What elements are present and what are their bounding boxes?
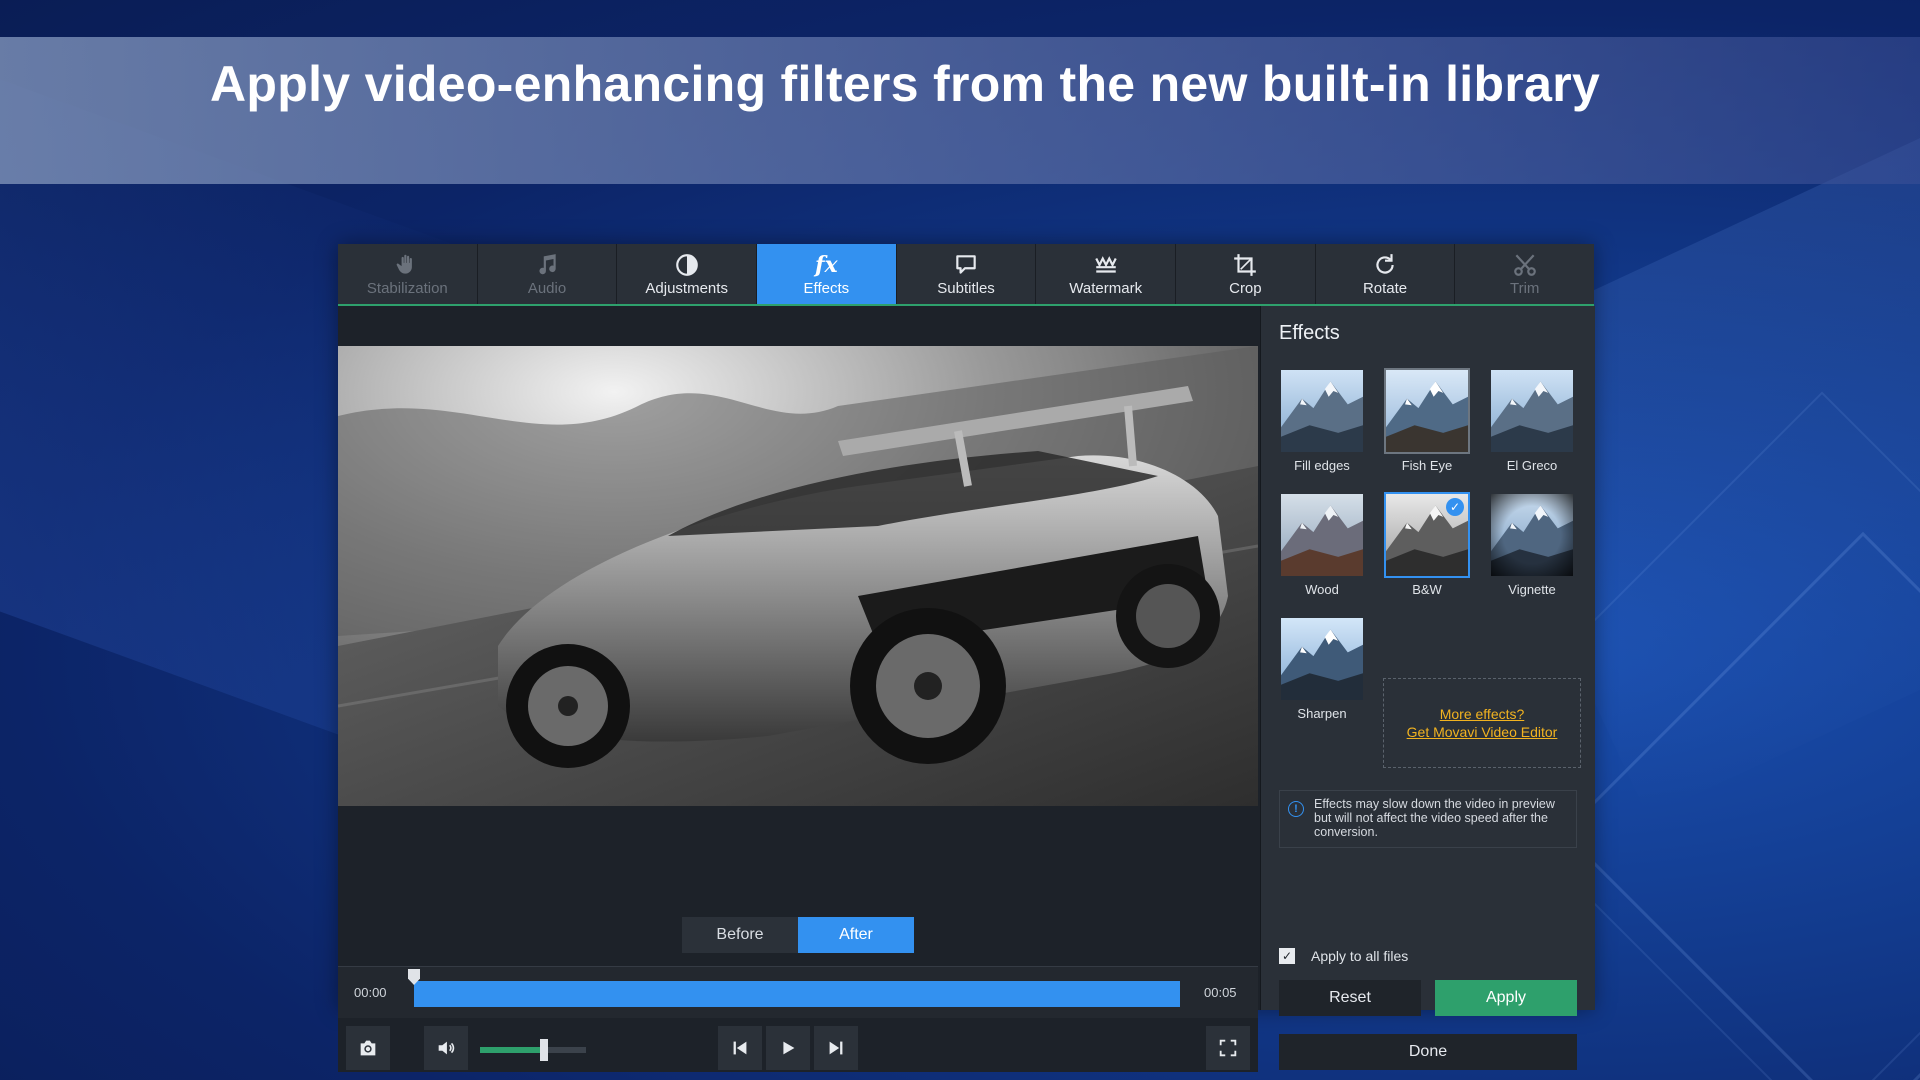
watermark-icon xyxy=(1093,252,1119,278)
contrast-icon xyxy=(674,252,700,278)
rotate-icon xyxy=(1372,252,1398,278)
timeline-track[interactable] xyxy=(414,981,1180,1007)
info-icon: ! xyxy=(1288,801,1304,817)
tab-label: Rotate xyxy=(1363,280,1407,297)
tab-watermark[interactable]: Watermark xyxy=(1036,244,1176,304)
tab-trim[interactable]: Trim xyxy=(1455,244,1594,304)
timeline-start-time: 00:00 xyxy=(354,985,387,1000)
info-text: Effects may slow down the video in previ… xyxy=(1314,797,1555,839)
promo-banner: Apply video-enhancing filters from the n… xyxy=(0,37,1920,184)
effect-thumbnail xyxy=(1279,492,1365,578)
volume-level-fill xyxy=(480,1047,544,1053)
play-icon xyxy=(777,1037,799,1059)
effect-label: Fill edges xyxy=(1279,458,1365,473)
effect-thumbnail xyxy=(1384,368,1470,454)
effect-thumbnail xyxy=(1279,616,1365,702)
tab-stabilization[interactable]: Stabilization xyxy=(338,244,478,304)
video-preview xyxy=(338,346,1258,806)
effect-label: Sharpen xyxy=(1279,706,1365,721)
tab-effects[interactable]: fx Effects xyxy=(757,244,897,304)
volume-slider-knob[interactable] xyxy=(540,1039,548,1061)
tab-label: Trim xyxy=(1510,280,1539,297)
preview-area: Before After 00:00 00:05 xyxy=(338,306,1258,1010)
effect-thumbnail xyxy=(1489,492,1575,578)
apply-to-all-checkbox[interactable]: ✓ Apply to all files xyxy=(1279,948,1408,964)
after-button[interactable]: After xyxy=(798,917,914,953)
effect-label: Fish Eye xyxy=(1384,458,1470,473)
effect-wood[interactable]: Wood xyxy=(1279,492,1365,597)
apply-to-all-label: Apply to all files xyxy=(1311,948,1408,964)
effect-label: B&W xyxy=(1384,582,1470,597)
tab-label: Audio xyxy=(528,280,566,297)
play-button[interactable] xyxy=(766,1026,810,1070)
hand-icon xyxy=(394,252,420,278)
speaker-icon xyxy=(435,1037,457,1059)
crop-icon xyxy=(1232,252,1258,278)
tab-label: Crop xyxy=(1229,280,1262,297)
effect-fill-edges[interactable]: Fill edges xyxy=(1279,368,1365,473)
done-button[interactable]: Done xyxy=(1279,1034,1577,1070)
effects-panel: Effects Fill edges Fish Eye El Greco Woo… xyxy=(1260,306,1595,1010)
skip-back-icon xyxy=(729,1037,751,1059)
reset-button[interactable]: Reset xyxy=(1279,980,1421,1016)
more-effects-promo: More effects? Get Movavi Video Editor xyxy=(1383,678,1581,768)
more-effects-link[interactable]: More effects? xyxy=(1440,705,1525,723)
apply-button[interactable]: Apply xyxy=(1435,980,1577,1016)
skip-forward-icon xyxy=(825,1037,847,1059)
fx-icon: fx xyxy=(815,252,838,278)
speech-bubble-icon xyxy=(953,252,979,278)
volume-slider[interactable] xyxy=(480,1047,586,1053)
effect-thumbnail xyxy=(1279,368,1365,454)
tab-adjustments[interactable]: Adjustments xyxy=(617,244,757,304)
tab-subtitles[interactable]: Subtitles xyxy=(897,244,1037,304)
effect-thumbnail: ✓ xyxy=(1384,492,1470,578)
timeline: 00:00 00:05 xyxy=(338,966,1258,1020)
tab-label: Subtitles xyxy=(937,280,995,297)
banner-title: Apply video-enhancing filters from the n… xyxy=(210,55,1600,113)
performance-note: ! Effects may slow down the video in pre… xyxy=(1279,790,1577,848)
checkmark-icon: ✓ xyxy=(1446,498,1464,516)
effect-bw[interactable]: ✓ B&W xyxy=(1384,492,1470,597)
effect-label: Wood xyxy=(1279,582,1365,597)
tab-label: Watermark xyxy=(1069,280,1142,297)
fullscreen-button[interactable] xyxy=(1206,1026,1250,1070)
effect-vignette[interactable]: Vignette xyxy=(1489,492,1575,597)
tab-label: Effects xyxy=(804,280,850,297)
checkbox-checked-icon[interactable]: ✓ xyxy=(1279,948,1295,964)
scissors-icon xyxy=(1512,252,1538,278)
effect-label: Vignette xyxy=(1489,582,1575,597)
before-after-toggle: Before After xyxy=(682,917,914,953)
previous-frame-button[interactable] xyxy=(718,1026,762,1070)
camera-icon xyxy=(357,1037,379,1059)
effect-label: El Greco xyxy=(1489,458,1575,473)
snapshot-button[interactable] xyxy=(346,1026,390,1070)
tab-rotate[interactable]: Rotate xyxy=(1316,244,1456,304)
panel-title: Effects xyxy=(1279,322,1340,345)
app-window: Stabilization Audio Adjustments fx Effec… xyxy=(338,244,1594,1010)
get-editor-link[interactable]: Get Movavi Video Editor xyxy=(1407,723,1558,741)
before-button[interactable]: Before xyxy=(682,917,798,953)
playback-controls xyxy=(338,1018,1258,1072)
timeline-end-time: 00:05 xyxy=(1204,985,1237,1000)
music-note-icon xyxy=(534,252,560,278)
tab-label: Stabilization xyxy=(367,280,448,297)
mute-button[interactable] xyxy=(424,1026,468,1070)
tab-crop[interactable]: Crop xyxy=(1176,244,1316,304)
next-frame-button[interactable] xyxy=(814,1026,858,1070)
effect-thumbnail xyxy=(1489,368,1575,454)
effect-fish-eye[interactable]: Fish Eye xyxy=(1384,368,1470,473)
tab-audio[interactable]: Audio xyxy=(478,244,618,304)
effect-el-greco[interactable]: El Greco xyxy=(1489,368,1575,473)
tab-label: Adjustments xyxy=(645,280,728,297)
fullscreen-icon xyxy=(1217,1037,1239,1059)
effect-sharpen[interactable]: Sharpen xyxy=(1279,616,1365,721)
tool-tabs: Stabilization Audio Adjustments fx Effec… xyxy=(338,244,1594,306)
